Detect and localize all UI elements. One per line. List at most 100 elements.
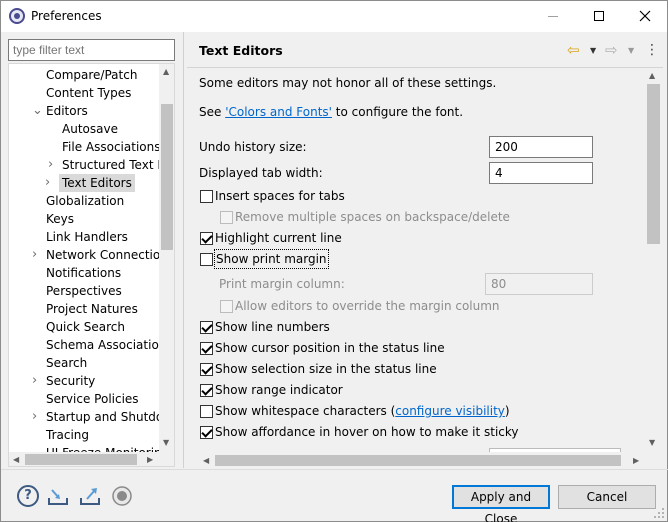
tree-item[interactable]: Quick Search xyxy=(46,318,125,336)
tree-horizontal-scroll-thumb[interactable] xyxy=(25,454,137,465)
tree-item[interactable]: Keys xyxy=(46,210,74,228)
whitespace-checkbox[interactable] xyxy=(200,405,213,418)
collapsed-chevron-icon[interactable]: › xyxy=(45,174,55,192)
eclipse-app-icon xyxy=(9,8,25,24)
show-print-margin-label: Show print margin xyxy=(214,249,329,269)
tree-item[interactable]: Content Types xyxy=(46,84,131,102)
tree-item[interactable]: Tracing xyxy=(46,426,89,444)
print-margin-column-field[interactable]: 80 xyxy=(485,273,593,295)
show-print-margin-checkbox[interactable] xyxy=(200,253,213,266)
record-icon[interactable] xyxy=(111,485,133,507)
minimize-button[interactable] xyxy=(530,1,576,32)
insert-spaces-checkbox[interactable] xyxy=(200,190,213,203)
maximize-icon xyxy=(594,11,604,21)
tree-item[interactable]: Project Natures xyxy=(46,300,138,318)
page-scroll-right-icon[interactable]: ▶ xyxy=(633,456,639,465)
range-indicator-checkbox[interactable] xyxy=(200,384,213,397)
resize-grip-icon[interactable] xyxy=(653,507,665,519)
preference-tree: Compare/Patch Content Types ⌄ Editors Autosa… xyxy=(8,63,175,467)
tree-item[interactable]: Service Policies xyxy=(46,390,139,408)
tree-item[interactable]: › Startup and Shutdow xyxy=(32,408,159,426)
remove-multiple-spaces-label: Remove multiple spaces on backspace/dele… xyxy=(235,210,510,224)
selection-size-checkbox[interactable] xyxy=(200,363,213,376)
collapsed-chevron-icon[interactable]: › xyxy=(32,408,42,426)
configure-visibility-link[interactable]: configure visibility xyxy=(395,404,505,418)
tree-item-label: Startup and Shutdow xyxy=(46,410,159,424)
tree-item[interactable]: › Text Editors xyxy=(45,174,135,192)
page-horizontal-scrollbar[interactable]: ◀ ▶ xyxy=(187,452,663,467)
tree-item-label: Schema Associations xyxy=(46,338,159,352)
back-history-dropdown-icon[interactable]: ▼ xyxy=(590,42,596,60)
close-button[interactable] xyxy=(622,1,668,32)
scroll-left-icon[interactable]: ◀ xyxy=(13,455,19,464)
cursor-position-checkbox[interactable] xyxy=(200,342,213,355)
collapsed-chevron-icon[interactable]: › xyxy=(32,372,42,390)
apply-and-close-button[interactable]: Apply and Close xyxy=(452,485,550,522)
help-icon[interactable]: ? xyxy=(17,485,39,507)
tree-item[interactable]: Notifications xyxy=(46,264,121,282)
panel-divider[interactable] xyxy=(183,32,184,468)
affordance-checkbox[interactable] xyxy=(200,426,213,439)
tree-item[interactable]: Perspectives xyxy=(46,282,122,300)
scroll-right-icon[interactable]: ▶ xyxy=(147,455,153,464)
tree-item-label: Structured Text Ed xyxy=(62,158,159,172)
compatibility-notice: Some editors may not honor all of these … xyxy=(199,76,497,90)
line-numbers-checkbox[interactable] xyxy=(200,321,213,334)
tree-item[interactable]: UI Freeze Monitoring xyxy=(46,444,159,452)
tree-item[interactable]: › Security xyxy=(32,372,95,390)
tree-item-label: Link Handlers xyxy=(46,230,128,244)
undo-history-field[interactable]: 200 xyxy=(489,136,593,158)
page-scroll-up-icon[interactable]: ▲ xyxy=(649,71,655,80)
undo-history-label: Undo history size: xyxy=(199,140,307,154)
tree-item[interactable]: Compare/Patch xyxy=(46,66,137,84)
forward-arrow-icon[interactable]: ⇨ xyxy=(605,41,618,59)
page-scroll-left-icon[interactable]: ◀ xyxy=(203,456,209,465)
import-icon[interactable] xyxy=(47,485,69,507)
collapsed-chevron-icon[interactable]: › xyxy=(32,246,42,264)
export-icon[interactable] xyxy=(79,485,101,507)
scroll-up-icon[interactable]: ▲ xyxy=(163,67,169,76)
page-horizontal-scroll-thumb[interactable] xyxy=(215,455,621,466)
tree-item[interactable]: Globalization xyxy=(46,192,124,210)
maximize-button[interactable] xyxy=(576,1,622,32)
page-viewport: Some editors may not honor all of these … xyxy=(187,68,645,452)
minimize-icon xyxy=(548,16,558,17)
scroll-down-icon[interactable]: ▼ xyxy=(163,438,169,447)
font-hint-prefix: See xyxy=(199,105,226,119)
highlight-line-checkbox[interactable] xyxy=(200,232,213,245)
whitespace-label-suffix: ) xyxy=(504,404,510,418)
affordance-label: Show affordance in hover on how to make … xyxy=(215,425,519,439)
expanded-chevron-icon[interactable]: ⌄ xyxy=(32,102,43,120)
tree-horizontal-scrollbar[interactable]: ◀ ▶ xyxy=(9,452,174,466)
tree-item[interactable]: File Associations xyxy=(62,138,159,156)
tree-item[interactable]: › Network Connection xyxy=(32,246,159,264)
back-arrow-icon[interactable]: ⇦ xyxy=(567,41,580,59)
whitespace-label: Show whitespace characters (configure vi… xyxy=(215,402,510,420)
allow-override-checkbox[interactable] xyxy=(220,300,233,313)
tree-vertical-scrollbar[interactable]: ▲ ▼ xyxy=(159,64,174,452)
cancel-button[interactable]: Cancel xyxy=(558,485,656,509)
tree-item-label: Autosave xyxy=(62,122,118,136)
tree-item[interactable]: ⌄ Editors xyxy=(32,102,88,120)
tree-item[interactable]: Autosave xyxy=(62,120,118,138)
tree-item-label: File Associations xyxy=(62,140,159,154)
tree-item[interactable]: Link Handlers xyxy=(46,228,128,246)
text-editors-page: Some editors may not honor all of these … xyxy=(187,67,663,467)
remove-multiple-spaces-checkbox[interactable] xyxy=(220,211,233,224)
insert-spaces-label: Insert spaces for tabs xyxy=(215,189,345,203)
colors-and-fonts-link[interactable]: 'Colors and Fonts' xyxy=(225,105,332,119)
tree-item[interactable]: Schema Associations xyxy=(46,336,159,354)
tree-item[interactable]: › Structured Text Ed xyxy=(48,156,159,174)
tree-item-label: Tracing xyxy=(46,428,90,442)
tab-width-field[interactable]: 4 xyxy=(489,162,593,184)
tree-item[interactable]: Search xyxy=(46,354,87,372)
page-scroll-down-icon[interactable]: ▼ xyxy=(649,438,655,447)
line-numbers-label: Show line numbers xyxy=(215,320,330,334)
view-menu-icon[interactable]: ⋮ xyxy=(645,41,659,59)
filter-input[interactable] xyxy=(8,39,175,61)
page-vertical-scrollbar[interactable]: ▲ ▼ xyxy=(645,68,662,452)
forward-history-dropdown-icon[interactable]: ▼ xyxy=(628,42,634,60)
tree-vertical-scroll-thumb[interactable] xyxy=(161,104,173,250)
page-vertical-scroll-thumb[interactable] xyxy=(647,84,660,244)
collapsed-chevron-icon[interactable]: › xyxy=(48,156,58,174)
